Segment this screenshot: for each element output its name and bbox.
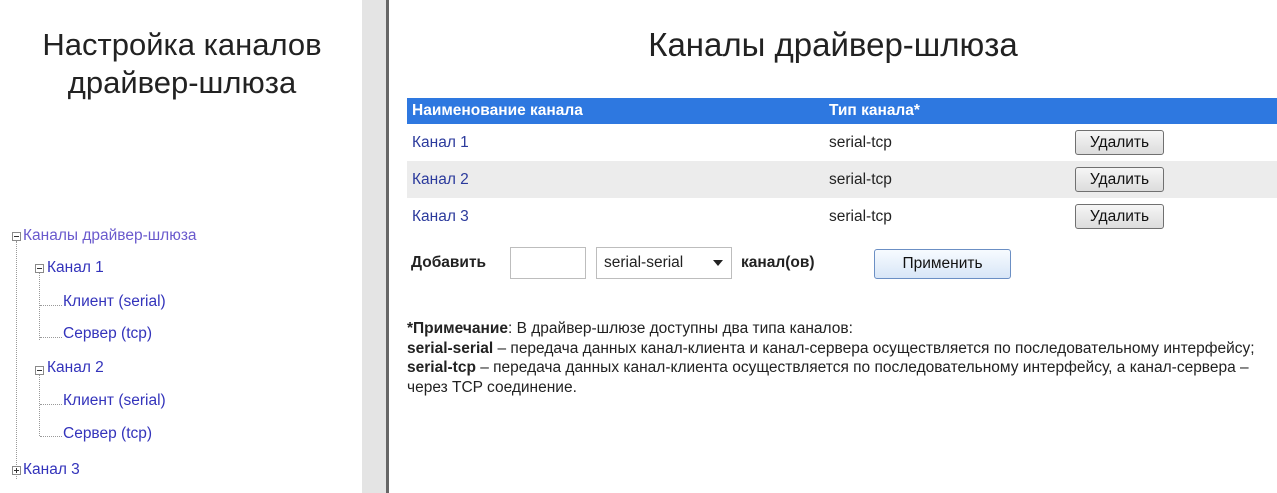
pane-splitter[interactable] — [362, 0, 386, 493]
channel-tree: Каналы драйвер-шлюза Канал 1 Клиент (ser… — [0, 0, 362, 493]
note-type1-desc: – передача данных канал-клиента и канал-… — [493, 339, 1255, 357]
channels-table: Наименование канала Тип канала* Канал 1 … — [407, 98, 1277, 235]
column-header-actions — [1070, 98, 1277, 124]
note-intro-text: : В драйвер-шлюзе доступны два типа кана… — [508, 320, 853, 337]
channel-type-select[interactable]: serial-serial — [596, 247, 732, 279]
channel-count-input[interactable] — [510, 247, 586, 279]
column-header-type: Тип канала* — [824, 98, 1070, 124]
sidebar: Настройка каналов драйвер-шлюза Каналы д… — [0, 0, 362, 493]
note-block: *Примечание: В драйвер-шлюзе доступны дв… — [407, 319, 1277, 397]
add-label: Добавить — [411, 254, 487, 271]
tree-item-channel-2-client[interactable]: Клиент (serial) — [63, 391, 166, 411]
note-intro: *Примечание: В драйвер-шлюзе доступны дв… — [407, 319, 1277, 339]
table-header-row: Наименование канала Тип канала* — [407, 98, 1277, 124]
plus-box-icon[interactable] — [12, 466, 21, 475]
table-row: Канал 3 serial-tcp Удалить — [407, 198, 1277, 235]
note-heading: *Примечание — [407, 320, 508, 337]
tree-connector — [40, 337, 62, 338]
main-panel: Каналы драйвер-шлюза Наименование канала… — [389, 0, 1277, 493]
channel-type: serial-tcp — [824, 124, 1070, 161]
minus-box-icon[interactable] — [12, 232, 21, 241]
table-row: Канал 1 serial-tcp Удалить — [407, 124, 1277, 161]
channel-link[interactable]: Канал 1 — [412, 134, 469, 151]
channel-type: serial-tcp — [824, 198, 1070, 235]
channel-link[interactable]: Канал 2 — [412, 171, 469, 188]
chevron-down-icon — [713, 260, 723, 266]
tree-item-channel-2-server[interactable]: Сервер (tcp) — [63, 424, 152, 444]
tree-connector — [39, 375, 40, 436]
delete-button[interactable]: Удалить — [1075, 130, 1164, 155]
table-row: Канал 2 serial-tcp Удалить — [407, 161, 1277, 198]
channel-type: serial-tcp — [824, 161, 1070, 198]
tree-item-channel-1-server[interactable]: Сервер (tcp) — [63, 324, 152, 344]
tree-item-channel-1-client[interactable]: Клиент (serial) — [63, 292, 166, 312]
note-type2-desc: – передача данных канал-клиента осуществ… — [407, 359, 1249, 396]
tree-connector — [40, 404, 62, 405]
app-root: Настройка каналов драйвер-шлюза Каналы д… — [0, 0, 1277, 493]
tree-item-channel-2[interactable]: Канал 2 — [47, 358, 104, 378]
tree-item-channel-1[interactable]: Канал 1 — [47, 258, 104, 278]
tree-connector — [40, 436, 62, 437]
column-header-name: Наименование канала — [407, 98, 824, 124]
note-type2: serial-tcp – передача данных канал-клиен… — [407, 358, 1277, 397]
minus-box-icon[interactable] — [35, 366, 44, 375]
delete-button[interactable]: Удалить — [1075, 204, 1164, 229]
note-type2-name: serial-tcp — [407, 359, 476, 376]
tree-item-root[interactable]: Каналы драйвер-шлюза — [23, 226, 197, 246]
channel-type-selected: serial-serial — [604, 254, 684, 271]
delete-button[interactable]: Удалить — [1075, 167, 1164, 192]
tree-item-channel-3[interactable]: Канал 3 — [23, 460, 80, 480]
apply-button[interactable]: Применить — [874, 249, 1011, 279]
note-type1: serial-serial – передача данных канал-кл… — [407, 339, 1277, 359]
tree-connector — [39, 273, 40, 340]
tree-connector — [40, 305, 62, 306]
tree-connector — [16, 241, 17, 479]
channel-link[interactable]: Канал 3 — [412, 208, 469, 225]
minus-box-icon[interactable] — [35, 264, 44, 273]
add-suffix-label: канал(ов) — [741, 254, 815, 271]
note-type1-name: serial-serial — [407, 339, 494, 357]
page-title: Каналы драйвер-шлюза — [648, 26, 1018, 63]
